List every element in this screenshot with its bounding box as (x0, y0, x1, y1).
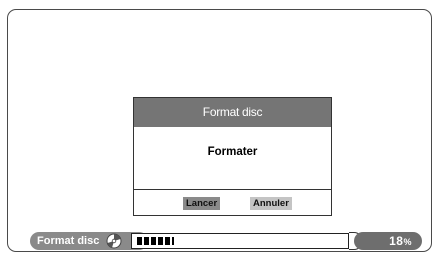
status-label: Format disc (37, 235, 100, 247)
start-button[interactable]: Lancer (183, 197, 221, 210)
dialog-title: Format disc (134, 98, 331, 127)
disc-icon (106, 233, 122, 249)
tv-screen: Format disc Formater Lancer Annuler (7, 9, 432, 252)
dialog-divider (134, 189, 331, 190)
status-bar: Format disc 18% (30, 232, 422, 250)
progress-track (131, 233, 349, 249)
dialog-message: Formater (207, 146, 258, 158)
cancel-button[interactable]: Annuler (250, 197, 292, 210)
format-disc-dialog: Format disc Formater Lancer Annuler (133, 97, 332, 216)
progress-fill (137, 237, 174, 245)
percent-unit: % (403, 237, 412, 247)
percent-pill: 18% (354, 232, 422, 250)
percent-readout: 18% (389, 232, 412, 251)
percent-value: 18 (389, 234, 404, 248)
dialog-button-row: Lancer Annuler (134, 191, 331, 215)
